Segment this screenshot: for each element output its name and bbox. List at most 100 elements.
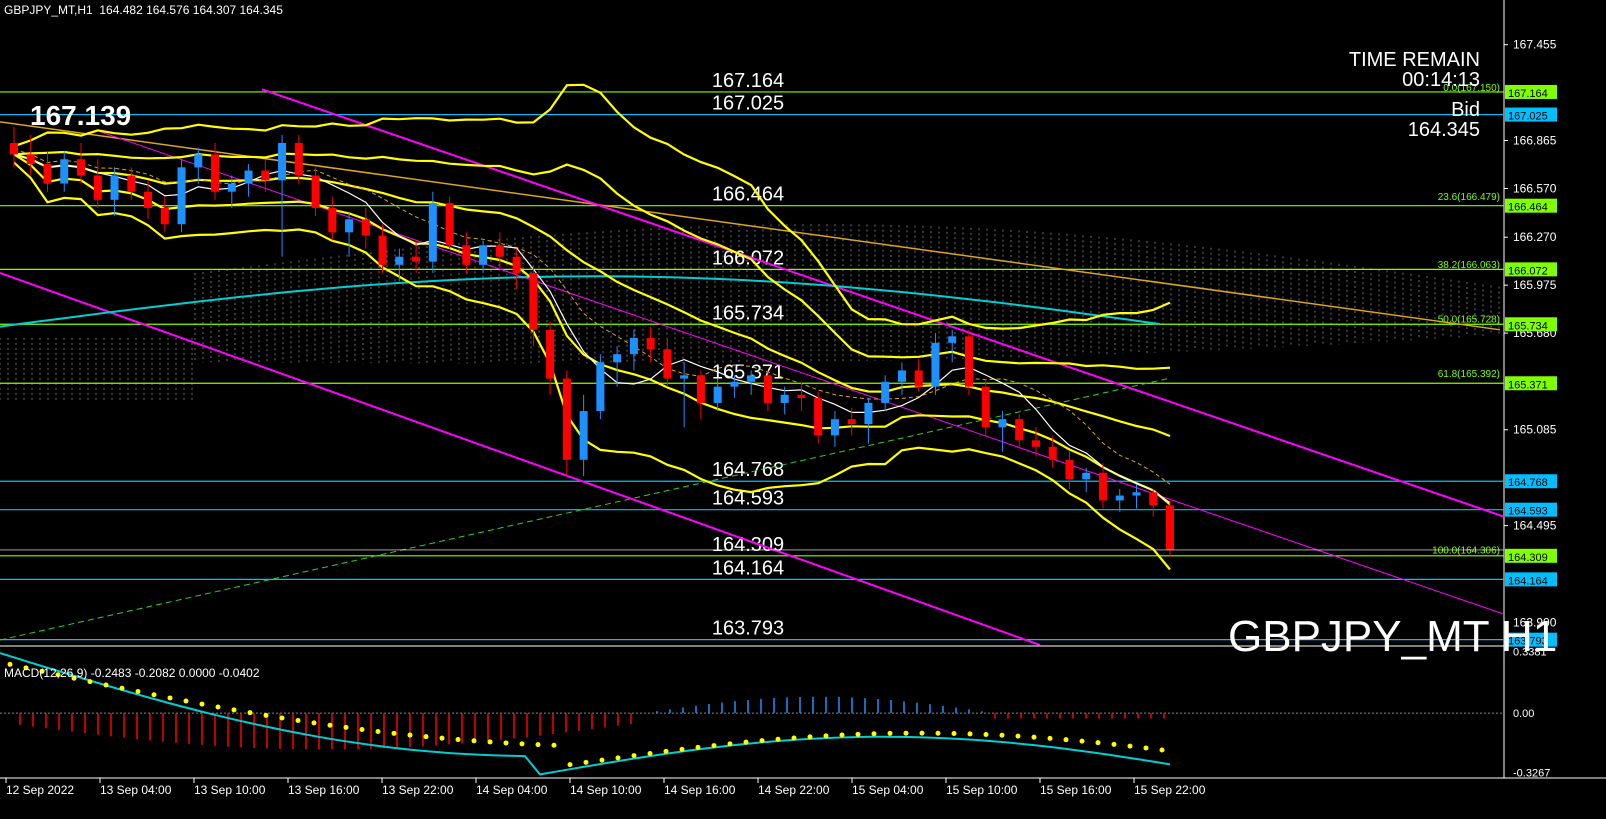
macd-signal-dot [551,742,557,748]
level-price-tag-text: 165.734 [1508,320,1548,332]
candle-bearish [311,175,320,208]
bid-value: 164.345 [1407,119,1480,141]
time-axis-label: 13 Sep 22:00 [382,783,454,797]
macd-signal-dot [887,730,893,736]
macd-signal-dot [231,707,237,713]
candle-bearish [127,175,136,192]
candle-bearish [981,386,990,428]
level-label: 164.164 [712,557,784,579]
macd-signal-dot [919,730,925,736]
time-axis-label: 14 Sep 22:00 [758,783,830,797]
candle-bullish [1115,495,1124,501]
macd-signal-dot [503,740,509,746]
macd-signal-dot [567,762,573,768]
level-price-tag-text: 164.164 [1508,575,1548,587]
candle-bullish [713,386,722,403]
candle-bearish [663,349,672,379]
macd-signal-dot [647,750,653,756]
candle-bearish [1149,492,1158,506]
macd-axis-label: 0.00 [1513,708,1534,720]
time-axis-label: 14 Sep 10:00 [570,783,642,797]
time-axis-label: 13 Sep 16:00 [288,783,360,797]
candle-bearish [412,256,421,262]
macd-signal-dot [359,726,365,732]
candle-bullish [780,394,789,403]
macd-signal-dot [247,710,253,716]
candle-bearish [294,142,303,176]
fib-label: 50.0(165.728) [1438,314,1500,325]
last-price-display: 167.139 [30,100,132,131]
candle-bullish [1082,472,1091,480]
level-label: 164.309 [712,534,784,556]
macd-signal-dot [967,731,973,737]
candle-bearish [1015,419,1024,441]
macd-signal-dot [935,730,941,736]
time-axis-label: 15 Sep 10:00 [946,783,1018,797]
level-price-tag-text: 164.593 [1508,506,1548,518]
level-price-tag-text: 167.164 [1508,88,1548,100]
time-axis-label: 14 Sep 16:00 [664,783,736,797]
price-axis-label: 166.270 [1513,230,1557,244]
macd-signal-dot [615,755,621,761]
macd-signal-dot [1015,733,1021,739]
macd-signal-dot [807,734,813,740]
candle-bullish [194,154,203,168]
macd-signal-dot [167,695,173,701]
candle-bullish [244,170,253,184]
macd-signal-dot [1063,737,1069,743]
macd-signal-dot [663,748,669,754]
candle-bearish [797,394,806,399]
candle-bearish [1098,472,1107,501]
macd-signal-dot [791,735,797,741]
candle-bearish [10,142,18,155]
macd-signal-dot [1047,735,1053,741]
macd-signal-dot [151,692,157,698]
macd-signal-dot [1095,740,1101,746]
candle-bearish [562,378,571,460]
candle-bearish [529,272,538,330]
macd-signal-dot [599,757,605,763]
candle-bearish [847,419,856,425]
price-axis-label: 165.085 [1513,423,1557,437]
candle-bearish [462,245,471,265]
candle-bullish [278,142,287,181]
candle-bullish [596,362,605,412]
time-axis-label: 15 Sep 16:00 [1040,783,1112,797]
candle-bearish [914,370,923,387]
candle-bullish [1132,492,1141,496]
candle-bullish [629,337,638,355]
candle-bullish [60,159,69,184]
time-axis-label: 13 Sep 04:00 [100,783,172,797]
candle-bullish [395,256,404,265]
macd-signal-dot [455,737,461,743]
candle-bearish [546,329,555,379]
candle-bullish [579,411,588,460]
candle-bullish [613,354,622,363]
macd-signal-dot [727,741,733,747]
macd-signal-dot [375,728,381,734]
candle-bearish [445,203,454,246]
macd-signal-dot [711,743,717,749]
macd-signal-dot [871,731,877,737]
price-chart[interactable]: 167.455166.865166.570166.270165.975165.6… [0,0,1606,819]
price-axis-label: 164.495 [1513,519,1557,533]
fib-label: 23.6(166.479) [1438,192,1500,203]
macd-signal-dot [391,730,397,736]
fib-label: 38.2(166.063) [1438,260,1500,271]
macd-signal-dot [471,738,477,744]
level-label: 166.464 [712,184,784,206]
macd-signal-dot [1111,741,1117,747]
time-axis-label: 15 Sep 22:00 [1134,783,1206,797]
candle-bullish [897,370,906,382]
macd-signal-dot [855,731,861,737]
macd-signal-dot [951,731,957,737]
symbol-watermark: GBPJPY_MT H1 [1228,612,1558,661]
candle-bearish [1031,440,1040,447]
candle-bearish [160,207,169,225]
candle-bullish [998,419,1007,428]
macd-signal-dot [1143,745,1149,751]
candle-bearish [43,164,52,184]
time-axis-label: 15 Sep 04:00 [852,783,924,797]
candle-bearish [26,154,35,165]
macd-signal-dot [263,712,269,718]
